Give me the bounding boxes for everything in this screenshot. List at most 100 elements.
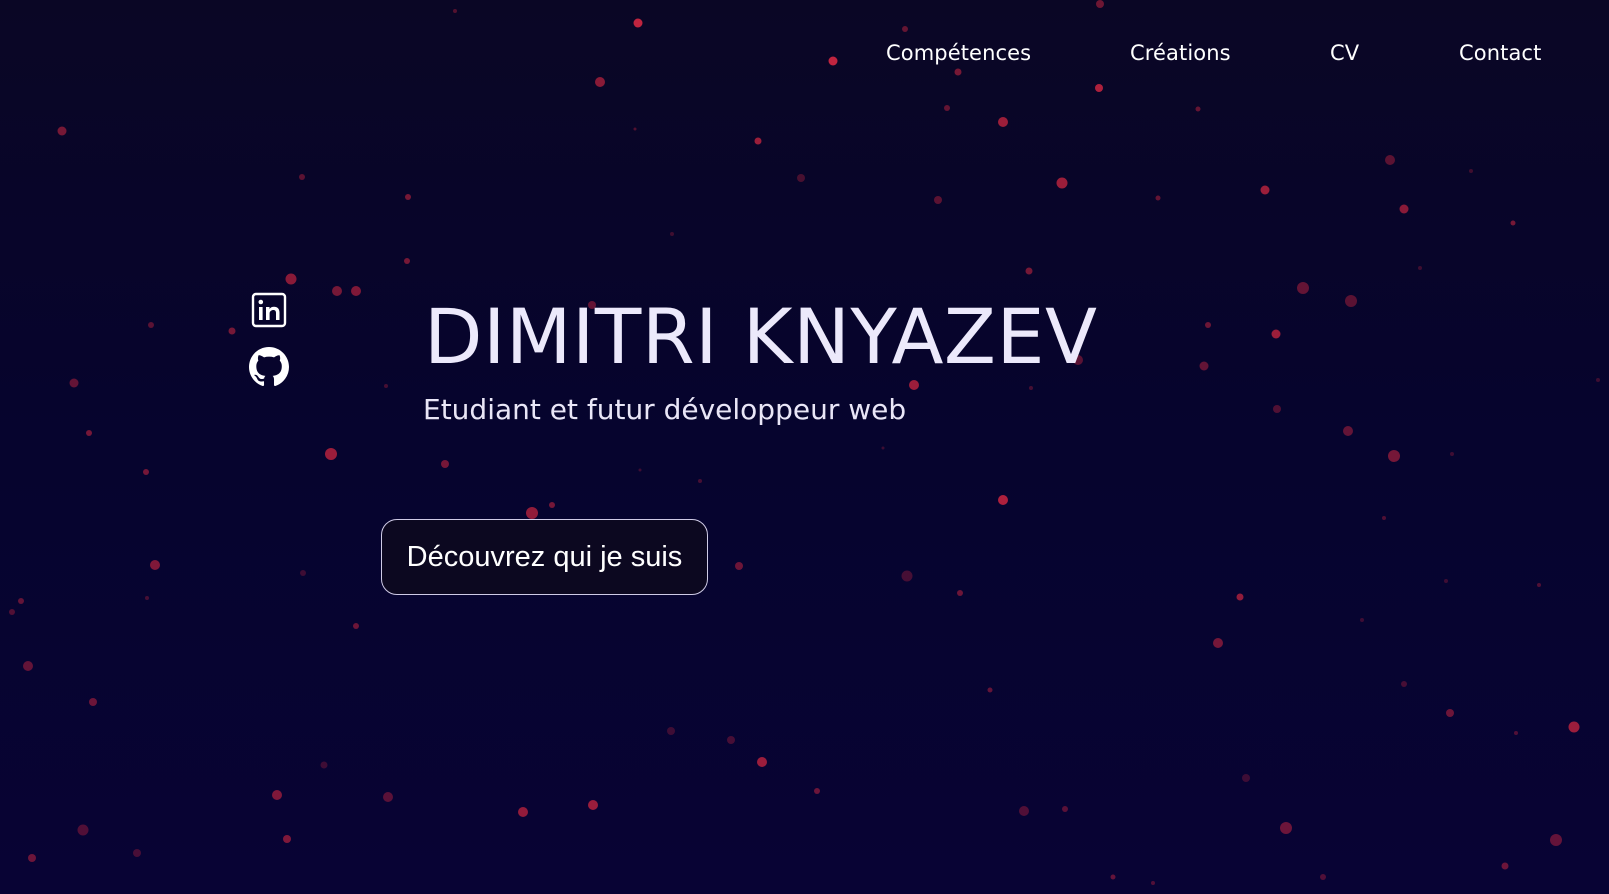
particle xyxy=(300,570,306,576)
particle xyxy=(1388,450,1400,462)
particle xyxy=(69,378,79,388)
particle xyxy=(150,560,160,570)
particle xyxy=(588,800,598,810)
linkedin-link[interactable] xyxy=(247,288,291,332)
particle xyxy=(901,570,913,582)
particle xyxy=(1345,295,1357,307)
nav-link-contact[interactable]: Contact xyxy=(1459,38,1541,68)
particle-background xyxy=(9,0,1600,885)
particle xyxy=(638,468,642,472)
particle xyxy=(23,661,33,671)
particle xyxy=(957,590,963,596)
particle xyxy=(1514,731,1518,735)
particle xyxy=(133,849,141,857)
particle xyxy=(902,26,908,32)
particle xyxy=(383,792,393,802)
particle xyxy=(1446,709,1454,717)
particle xyxy=(633,127,637,131)
particle xyxy=(285,273,297,285)
particle xyxy=(89,698,97,706)
particle xyxy=(1056,177,1068,189)
particle xyxy=(283,835,291,843)
particle xyxy=(1320,874,1326,880)
particle xyxy=(667,727,675,735)
particle xyxy=(299,174,305,180)
particle xyxy=(1273,405,1281,413)
particle xyxy=(1213,638,1223,648)
particle xyxy=(1297,282,1309,294)
particle xyxy=(1401,681,1407,687)
particle xyxy=(1096,0,1104,8)
particle xyxy=(1280,822,1292,834)
particle xyxy=(1260,185,1270,195)
particle xyxy=(1019,806,1029,816)
particle xyxy=(1343,426,1353,436)
linkedin-icon xyxy=(251,292,287,328)
particle xyxy=(698,479,702,483)
particle xyxy=(1110,874,1116,880)
hero-tagline: Etudiant et futur développeur web xyxy=(423,393,907,426)
particle xyxy=(441,460,449,468)
particle xyxy=(1510,220,1516,226)
particle xyxy=(148,322,154,328)
particle xyxy=(1151,881,1155,885)
github-link[interactable] xyxy=(247,345,291,389)
particle xyxy=(1205,322,1211,328)
particle xyxy=(325,448,337,460)
particle xyxy=(28,854,36,862)
particle xyxy=(549,502,555,508)
particle xyxy=(1360,618,1364,622)
particle xyxy=(77,824,89,836)
particle xyxy=(351,286,361,296)
particle xyxy=(272,790,282,800)
particle xyxy=(1450,452,1454,456)
particle xyxy=(735,562,743,570)
nav-link-creations[interactable]: Créations xyxy=(1130,38,1231,68)
main-nav: Compétences Créations CV Contact xyxy=(0,38,1609,68)
particle xyxy=(320,761,328,769)
particle xyxy=(86,430,92,436)
particle xyxy=(754,137,762,145)
particle xyxy=(1596,378,1600,382)
particle xyxy=(757,757,767,767)
particle xyxy=(332,286,342,296)
particle xyxy=(1385,155,1395,165)
particle xyxy=(1062,806,1068,812)
particle xyxy=(797,174,805,182)
particle xyxy=(1195,106,1201,112)
particle xyxy=(1550,834,1562,846)
particle xyxy=(1382,516,1386,520)
particle xyxy=(998,495,1008,505)
hero-name: DIMITRI KNYAZEV xyxy=(424,292,1098,381)
nav-link-cv[interactable]: CV xyxy=(1330,38,1359,68)
discover-button[interactable]: Découvrez qui je suis xyxy=(381,519,708,595)
particle xyxy=(526,507,538,519)
particle xyxy=(1025,267,1033,275)
particle xyxy=(1271,329,1281,339)
particle xyxy=(1029,386,1033,390)
particle xyxy=(1469,169,1473,173)
particle xyxy=(1399,204,1409,214)
particle xyxy=(633,18,643,28)
particle xyxy=(1236,593,1244,601)
particle xyxy=(9,609,15,615)
particle xyxy=(1242,774,1250,782)
particle xyxy=(384,384,388,388)
particle xyxy=(228,327,236,335)
particle xyxy=(57,126,67,136)
particle xyxy=(1095,84,1103,92)
nav-link-competences[interactable]: Compétences xyxy=(886,38,1031,68)
particle xyxy=(1568,721,1580,733)
particle xyxy=(595,77,605,87)
particle xyxy=(453,9,457,13)
particle xyxy=(518,807,528,817)
particle xyxy=(143,469,149,475)
github-icon xyxy=(249,347,289,387)
particle xyxy=(1537,583,1541,587)
particle xyxy=(405,194,411,200)
particle xyxy=(881,446,885,450)
particle xyxy=(404,258,410,264)
particle xyxy=(1501,862,1509,870)
particle xyxy=(727,736,735,744)
particle xyxy=(353,623,359,629)
